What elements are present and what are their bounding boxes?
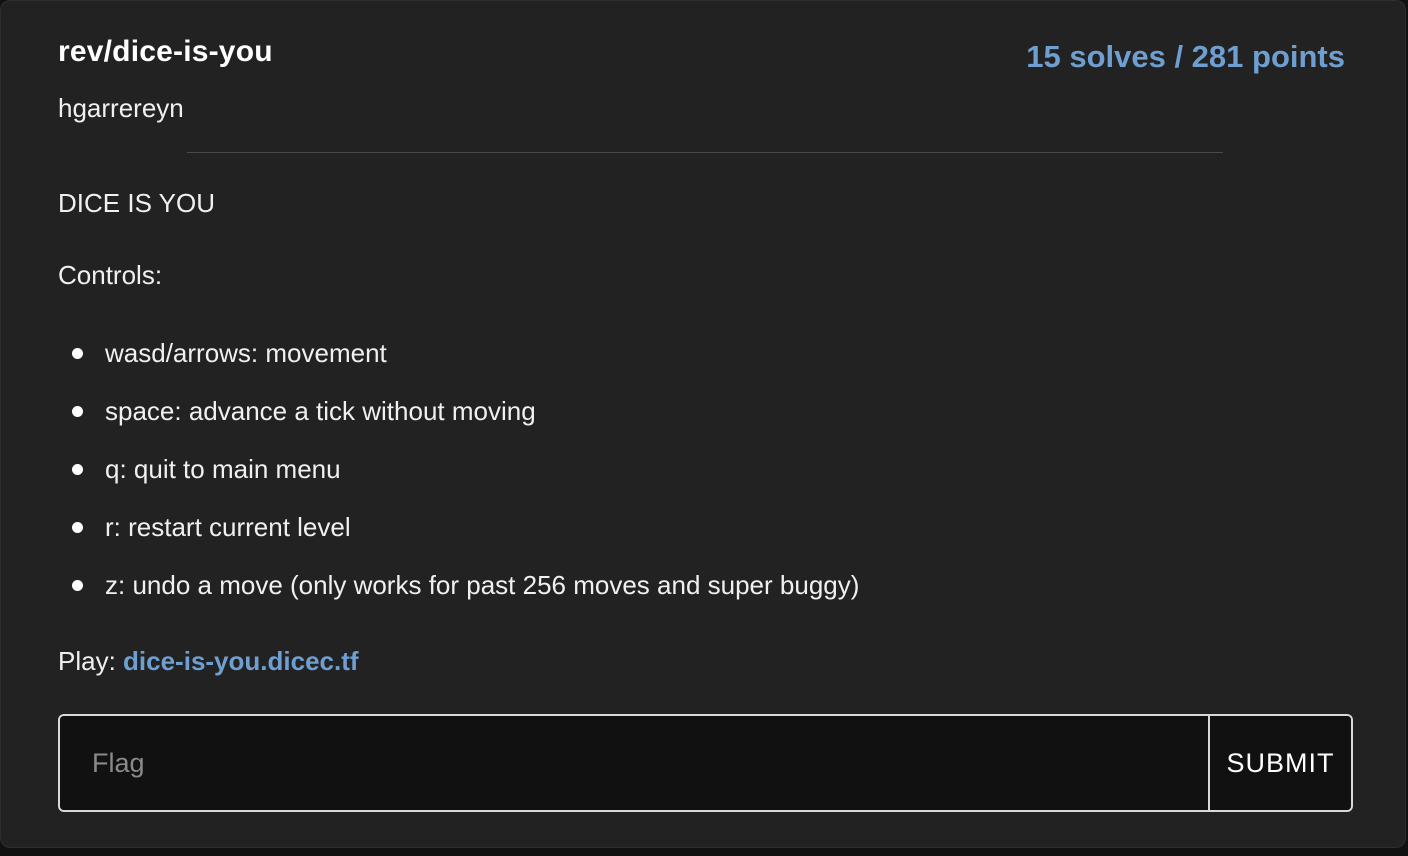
play-link[interactable]: dice-is-you.dicec.tf xyxy=(123,646,359,676)
controls-label: Controls: xyxy=(58,260,163,290)
submit-button[interactable]: SUBMIT xyxy=(1208,716,1351,810)
bullet-icon xyxy=(72,522,83,533)
play-line: Play: dice-is-you.dicec.tf xyxy=(58,646,359,677)
play-prefix: Play: xyxy=(58,646,124,676)
solves-points: 15 solves / 281 points xyxy=(1026,39,1345,74)
control-text: z: undo a move (only works for past 256 … xyxy=(105,570,860,600)
list-item: r: restart current level xyxy=(58,512,859,570)
list-item: wasd/arrows: movement xyxy=(58,338,859,396)
control-text: space: advance a tick without moving xyxy=(105,396,536,426)
control-text: r: restart current level xyxy=(105,512,351,542)
control-text: q: quit to main menu xyxy=(105,454,341,484)
controls-list: wasd/arrows: movement space: advance a t… xyxy=(58,338,859,628)
challenge-title: rev/dice-is-you xyxy=(58,35,273,68)
description-heading: DICE IS YOU xyxy=(58,188,216,218)
list-item: space: advance a tick without moving xyxy=(58,396,859,454)
list-item: z: undo a move (only works for past 256 … xyxy=(58,570,859,628)
challenge-card: rev/dice-is-you 15 solves / 281 points h… xyxy=(0,0,1406,848)
list-item: q: quit to main menu xyxy=(58,454,859,512)
bullet-icon xyxy=(72,348,83,359)
flag-form: SUBMIT xyxy=(58,714,1353,812)
bullet-icon xyxy=(72,580,83,591)
bullet-icon xyxy=(72,406,83,417)
bullet-icon xyxy=(72,464,83,475)
challenge-author: hgarrereyn xyxy=(58,93,184,123)
flag-input[interactable] xyxy=(60,716,1208,810)
divider xyxy=(187,152,1223,153)
control-text: wasd/arrows: movement xyxy=(105,338,387,368)
